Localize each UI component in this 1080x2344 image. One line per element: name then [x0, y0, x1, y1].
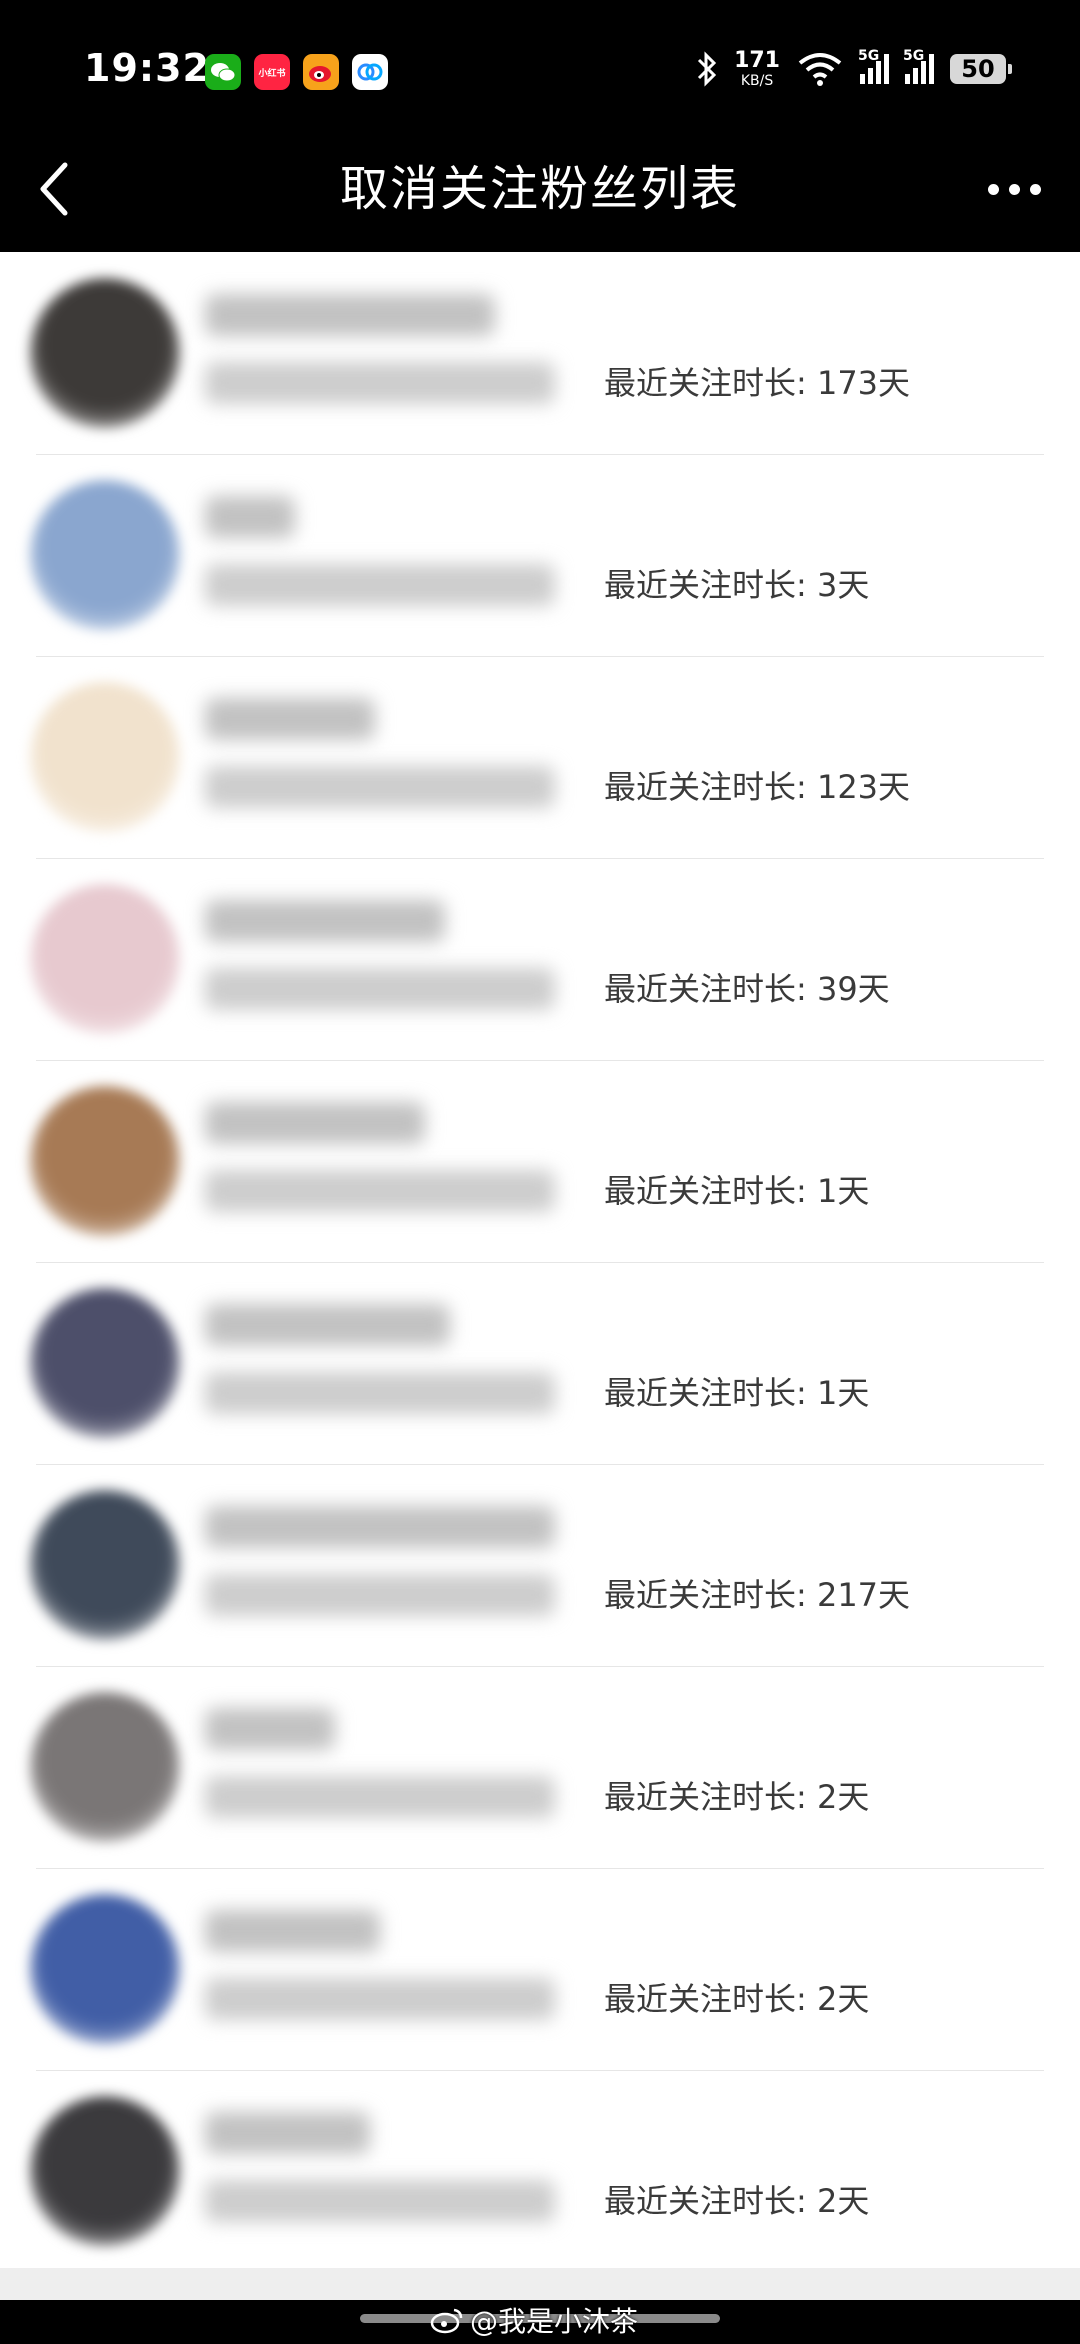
- status-indicators: 171 KB/S 5G 5G 50: [696, 48, 1012, 89]
- list-item[interactable]: 最近关注时长: 1天: [0, 1060, 1080, 1262]
- wifi-icon: [798, 53, 842, 86]
- username-redacted: [205, 1102, 425, 1144]
- avatar[interactable]: [30, 1086, 180, 1236]
- list-item[interactable]: 最近关注时长: 2天: [0, 1868, 1080, 2070]
- list-item[interactable]: 最近关注时长: 3天: [0, 454, 1080, 656]
- follow-duration-label: 最近关注时长: 173天: [604, 364, 911, 402]
- nav-bar: 取消关注粉丝列表: [0, 130, 1080, 252]
- username-redacted: [205, 900, 445, 942]
- avatar[interactable]: [30, 1490, 180, 1640]
- user-info-redacted: [205, 362, 555, 404]
- avatar[interactable]: [30, 1288, 180, 1438]
- avatar[interactable]: [30, 2096, 180, 2246]
- user-info-redacted: [205, 1776, 555, 1818]
- username-redacted: [205, 1506, 555, 1548]
- watermark: @我是小沐茶: [430, 2300, 638, 2340]
- username-redacted: [205, 1304, 450, 1346]
- user-info-redacted: [205, 564, 555, 606]
- list-item[interactable]: 最近关注时长: 1天: [0, 1262, 1080, 1464]
- more-dots-icon: [987, 183, 999, 195]
- network-speed: 171 KB/S: [734, 48, 780, 89]
- follow-duration-label: 最近关注时长: 2天: [604, 1778, 870, 1816]
- user-info-redacted: [205, 968, 555, 1010]
- list-item[interactable]: 最近关注时长: 2天: [0, 1666, 1080, 1868]
- weibo-logo-icon: [430, 2308, 463, 2334]
- username-redacted: [205, 496, 295, 538]
- list-item[interactable]: 最近关注时长: 217天: [0, 1464, 1080, 1666]
- list-item[interactable]: 最近关注时长: 123天: [0, 656, 1080, 858]
- unfollow-fan-list: 最近关注时长: 173天 最近关注时长: 3天最近关注时长: 123天 最近关注时长…: [0, 252, 1080, 2272]
- list-bottom-padding: [0, 2268, 1080, 2300]
- user-info-redacted: [205, 1372, 555, 1414]
- user-info-redacted: [205, 766, 555, 808]
- cellular-signal-2-icon: 5G: [903, 48, 934, 84]
- follow-duration-label: 最近关注时长: 1天: [604, 1172, 870, 1210]
- bluetooth-icon: [698, 51, 717, 87]
- status-time: 19:32: [84, 46, 210, 90]
- user-info-redacted: [205, 2180, 555, 2222]
- username-redacted: [205, 294, 495, 336]
- avatar[interactable]: [30, 278, 180, 428]
- avatar[interactable]: [30, 682, 180, 832]
- username-redacted: [205, 2112, 370, 2154]
- xiaohongshu-icon: 小红书: [254, 54, 290, 90]
- follow-duration-label: 最近关注时长: 123天: [604, 768, 911, 806]
- username-redacted: [205, 1708, 335, 1750]
- user-info-redacted: [205, 1170, 555, 1212]
- username-redacted: [205, 1910, 380, 1952]
- follow-duration-label: 最近关注时长: 3天: [604, 566, 870, 604]
- avatar[interactable]: [30, 884, 180, 1034]
- follow-duration-label: 最近关注时长: 1天: [604, 1374, 870, 1412]
- more-dot: [1008, 183, 1020, 195]
- status-bar: 19:32 小红书 171 KB/S 5G 5G 50: [0, 0, 1080, 130]
- notification-icons: 小红书: [205, 54, 388, 90]
- avatar[interactable]: [30, 1894, 180, 2044]
- list-item[interactable]: 最近关注时长: 173天: [0, 252, 1080, 454]
- avatar[interactable]: [30, 1692, 180, 1842]
- more-dot: [1029, 183, 1041, 195]
- avatar[interactable]: [30, 480, 180, 630]
- follow-duration-label: 最近关注时长: 39天: [604, 970, 890, 1008]
- list-item[interactable]: 最近关注时长: 39天: [0, 858, 1080, 1060]
- page-title: 取消关注粉丝列表: [339, 161, 740, 217]
- user-info-redacted: [205, 1978, 555, 2020]
- follow-duration-label: 最近关注时长: 217天: [604, 1576, 911, 1614]
- wechat-icon: [205, 54, 241, 90]
- battery-icon: 50: [950, 54, 1012, 84]
- follow-duration-label: 最近关注时长: 2天: [604, 1980, 870, 2018]
- cellular-signal-1-icon: 5G: [858, 48, 889, 84]
- weibo-icon: [303, 54, 339, 90]
- list-item[interactable]: 最近关注时长: 2天: [0, 2070, 1080, 2272]
- user-info-redacted: [205, 1574, 555, 1616]
- baidu-netdisk-icon: [352, 54, 388, 90]
- follow-duration-label: 最近关注时长: 2天: [604, 2182, 870, 2220]
- username-redacted: [205, 698, 375, 740]
- more-options-button[interactable]: [974, 154, 1054, 224]
